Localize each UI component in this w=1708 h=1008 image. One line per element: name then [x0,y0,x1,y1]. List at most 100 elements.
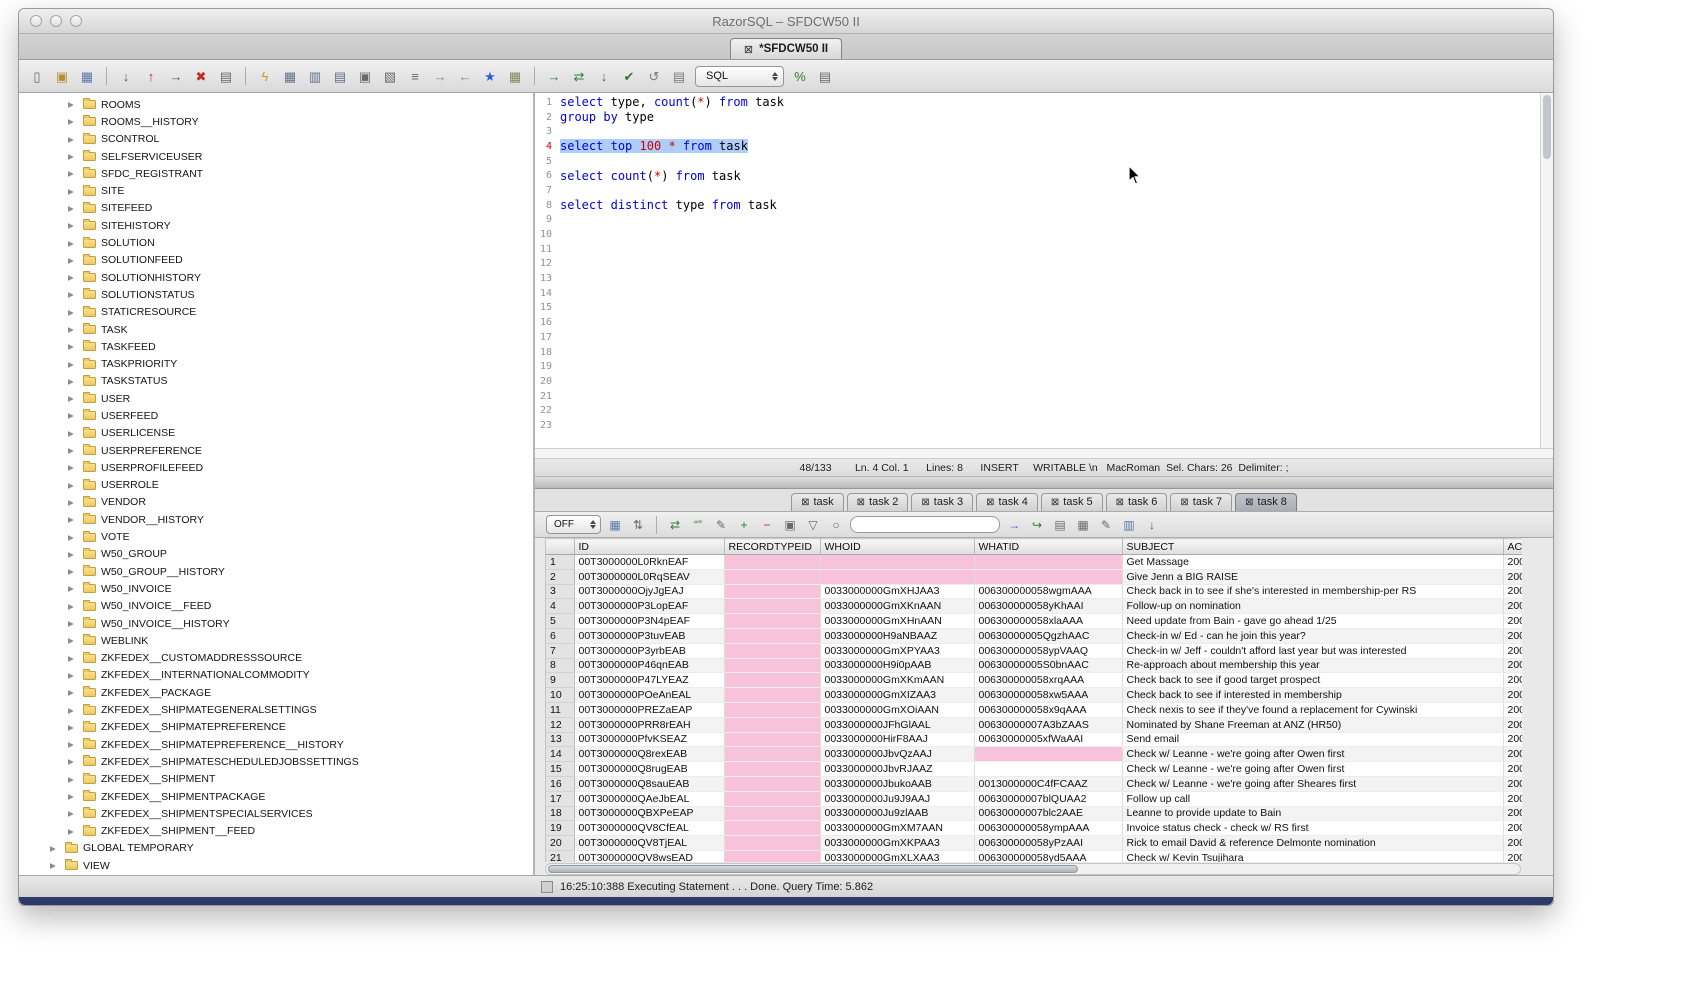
disclosure-triangle-icon[interactable]: ▶ [68,117,81,126]
table-cell[interactable] [724,806,820,821]
table-cell[interactable]: Check back to see if good target prospec… [1122,673,1503,688]
table-cell[interactable]: Leanne to provide update to Bain [1122,806,1503,821]
tree-item-rooms-history[interactable]: ▶ROOMS__HISTORY [19,113,533,130]
disclosure-triangle-icon[interactable]: ▶ [68,446,81,455]
scrollbar-thumb[interactable] [548,865,1078,873]
spreadsheet-view-icon[interactable]: ▦ [1075,517,1091,533]
disclosure-triangle-icon[interactable]: ▶ [68,342,81,351]
table-cell[interactable]: 00T3000000Q8rexEAB [574,747,724,762]
disclosure-triangle-icon[interactable]: ▶ [68,550,81,559]
result-tab-task-6[interactable]: ⊠task 6 [1106,493,1168,511]
tab-close-icon[interactable]: ⊠ [1051,497,1059,508]
table-cell[interactable]: 0033000000JbukoAAB [820,776,974,791]
table-cell[interactable]: 0033000000Ju9zlAAB [820,806,974,821]
tree-item-zkfedex-internationalcommodity[interactable]: ▶ZKFEDEX__INTERNATIONALCOMMODITY [19,667,533,684]
import-data-icon[interactable]: ↓ [117,67,135,85]
tree-item-zkfedex-shipment-feed[interactable]: ▶ZKFEDEX__SHIPMENT__FEED [19,822,533,839]
query-builder-icon[interactable]: ▦ [506,67,524,85]
tree-item-site[interactable]: ▶SITE [19,182,533,199]
table-cell[interactable]: 0033000000GmXHnAAN [820,614,974,629]
tree-item-solution[interactable]: ▶SOLUTION [19,234,533,251]
table-cell[interactable]: 0033000000GmXLXAA3 [820,850,974,861]
minimize-button[interactable] [50,15,62,27]
edit-mode-icon[interactable]: ✎ [713,517,729,533]
table-cell[interactable]: 00630000007blc2AAE [974,806,1122,821]
disclosure-triangle-icon[interactable]: ▶ [68,325,81,334]
table-cell[interactable] [724,776,820,791]
table-cell[interactable]: Check back to see if interested in membe… [1122,688,1503,703]
export-data-icon[interactable]: ↑ [142,67,160,85]
table-cell[interactable]: Give Jenn a BIG RAISE [1122,569,1503,584]
table-cell[interactable]: 0033000000GmXKmAAN [820,673,974,688]
table-cell[interactable]: 00T3000000QAeJbEAL [574,791,724,806]
table-cell[interactable]: Nominated by Shane Freeman at ANZ (HR50) [1122,717,1503,732]
table-cell[interactable] [724,673,820,688]
results-mode-dropdown[interactable]: OFF [546,515,601,534]
disclosure-triangle-icon[interactable]: ▶ [68,429,81,438]
disclosure-triangle-icon[interactable]: ▶ [68,792,81,801]
table-cell[interactable] [724,747,820,762]
execute-sql-icon[interactable]: ϟ [256,67,274,85]
tree-item-vendor[interactable]: ▶VENDOR [19,494,533,511]
table-cell[interactable]: 00T3000000Q8rugEAB [574,762,724,777]
tree-item-scontrol[interactable]: ▶SCONTROL [19,131,533,148]
export-results-icon[interactable]: ▤ [1052,517,1068,533]
sql-mode-dropdown[interactable]: SQL [695,66,784,87]
close-button[interactable] [30,15,42,27]
table-cell[interactable]: 00630000005QgzhAAC [974,628,1122,643]
filter-results-icon[interactable]: ▽ [805,517,821,533]
table-cell[interactable]: 006300000058xw5AAA [974,688,1122,703]
save-results-icon[interactable]: ▦ [607,517,623,533]
table-cell[interactable]: 2008 [1503,791,1522,806]
disclosure-triangle-icon[interactable]: ▶ [68,757,81,766]
disclosure-triangle-icon[interactable]: ▶ [68,740,81,749]
disclosure-triangle-icon[interactable]: ▶ [68,688,81,697]
table-cell[interactable]: 00T3000000P3N4pEAF [574,614,724,629]
table-cell[interactable]: 2008 [1503,599,1522,614]
tree-item-user[interactable]: ▶USER [19,390,533,407]
editor-results-splitter[interactable] [535,477,1553,489]
table-cell[interactable]: 0033000000GmXPYAA3 [820,643,974,658]
table-cell[interactable]: 006300000058xrqAAA [974,673,1122,688]
table-cell[interactable]: 2008 [1503,806,1522,821]
disclosure-triangle-icon[interactable]: ▶ [68,411,81,420]
table-cell[interactable] [724,791,820,806]
table-cell[interactable]: Get Massage [1122,555,1503,570]
disclosure-triangle-icon[interactable]: ▶ [68,204,81,213]
tab-close-icon[interactable]: ⊠ [986,497,994,508]
table-cell[interactable]: 0033000000GmXHJAA3 [820,584,974,599]
table-cell[interactable]: Rick to email David & reference Delmonte… [1122,836,1503,851]
table-cell[interactable]: Check w/ Leanne - we're going after Owen… [1122,762,1503,777]
disclosure-triangle-icon[interactable]: ▶ [68,463,81,472]
table-cell[interactable]: Invoice status check - check w/ RS first [1122,821,1503,836]
table-cell[interactable]: 00630000005xfWaAAI [974,732,1122,747]
tab-close-icon[interactable]: ⊠ [857,497,865,508]
disclosure-triangle-icon[interactable]: ▶ [68,619,81,628]
tree-item-zkfedex-shipmatescheduledjobssettings[interactable]: ▶ZKFEDEX__SHIPMATESCHEDULEDJOBSSETTINGS [19,753,533,770]
execute-statement-icon[interactable]: → [545,67,563,85]
editor-horizontal-scrollbar[interactable] [535,449,1553,459]
tree-item-staticresource[interactable]: ▶STATICRESOURCE [19,304,533,321]
auto-commit-icon[interactable]: % [791,67,809,85]
disclosure-triangle-icon[interactable]: ▶ [68,169,81,178]
tree-item-w50-invoice-history[interactable]: ▶W50_INVOICE__HISTORY [19,615,533,632]
table-cell[interactable]: Check back in to see if she's interested… [1122,584,1503,599]
table-cell[interactable]: 006300000058ympAAA [974,821,1122,836]
check-syntax-icon[interactable]: ✔ [620,67,638,85]
table-cell[interactable] [724,614,820,629]
tree-item-zkfedex-shipment[interactable]: ▶ZKFEDEX__SHIPMENT [19,771,533,788]
tree-item-taskpriority[interactable]: ▶TASKPRIORITY [19,355,533,372]
disclosure-triangle-icon[interactable]: ▶ [68,723,81,732]
disclosure-triangle-icon[interactable]: ▶ [68,775,81,784]
table-cell[interactable]: 006300000058yPzAAI [974,836,1122,851]
indent-icon[interactable]: → [431,67,449,85]
disclosure-triangle-icon[interactable]: ▶ [68,602,81,611]
tree-item-vendor-history[interactable]: ▶VENDOR__HISTORY [19,511,533,528]
disclosure-triangle-icon[interactable]: ▶ [68,654,81,663]
table-cell[interactable]: Check nexis to see if they've found a re… [1122,702,1503,717]
tree-item-solutionfeed[interactable]: ▶SOLUTIONFEED [19,252,533,269]
disclosure-triangle-icon[interactable]: ▶ [68,394,81,403]
table-cell[interactable]: 00T3000000OjyJgEAJ [574,584,724,599]
table-cell[interactable]: 2008 [1503,643,1522,658]
goto-row-icon[interactable]: ↪ [1029,517,1045,533]
